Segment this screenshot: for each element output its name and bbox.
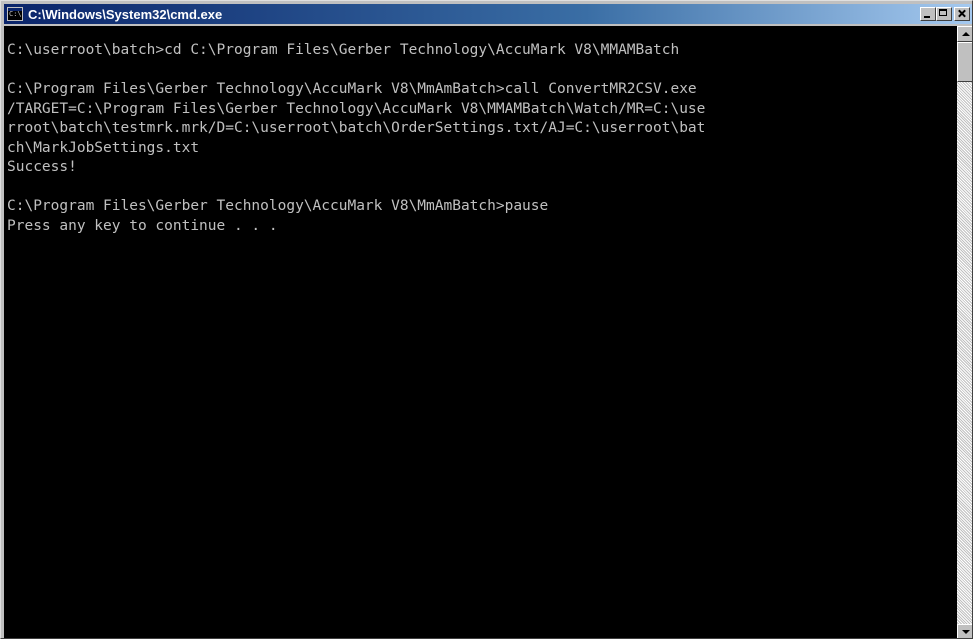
console-output[interactable]: C:\userroot\batch>cd C:\Program Files\Ge… [4,26,957,638]
console-line: Press any key to continue . . . [7,217,278,234]
title-bar[interactable]: C:\Windows\System32\cmd.exe [4,4,972,24]
minimize-button[interactable] [920,7,936,21]
maximize-button[interactable] [936,7,952,21]
arrow-down-icon [962,630,970,634]
cmd-window: C:\Windows\System32\cmd.exe C:\userroot\… [0,0,973,639]
window-title: C:\Windows\System32\cmd.exe [28,6,223,22]
close-button[interactable] [954,7,970,21]
console-line: /TARGET=C:\Program Files\Gerber Technolo… [7,100,706,117]
console-line: C:\Program Files\Gerber Technology\AccuM… [7,198,549,214]
vertical-scrollbar[interactable] [957,26,972,638]
caption-buttons [920,7,970,21]
scroll-up-button[interactable] [957,26,972,42]
console-text: C:\userroot\batch>cd C:\Program Files\Ge… [4,26,957,236]
scroll-thumb[interactable] [957,42,972,82]
console-line: Success! [7,159,77,175]
console-icon[interactable] [7,7,23,21]
console-line: rroot\batch\testmrk.mrk/D=C:\userroot\ba… [7,120,706,136]
arrow-up-icon [962,32,970,36]
scroll-down-button[interactable] [957,624,972,638]
console-line: ch\MarkJobSettings.txt [7,139,200,156]
console-line: C:\Program Files\Gerber Technology\AccuM… [7,81,697,97]
console-line: C:\userroot\batch>cd C:\Program Files\Ge… [7,42,680,58]
